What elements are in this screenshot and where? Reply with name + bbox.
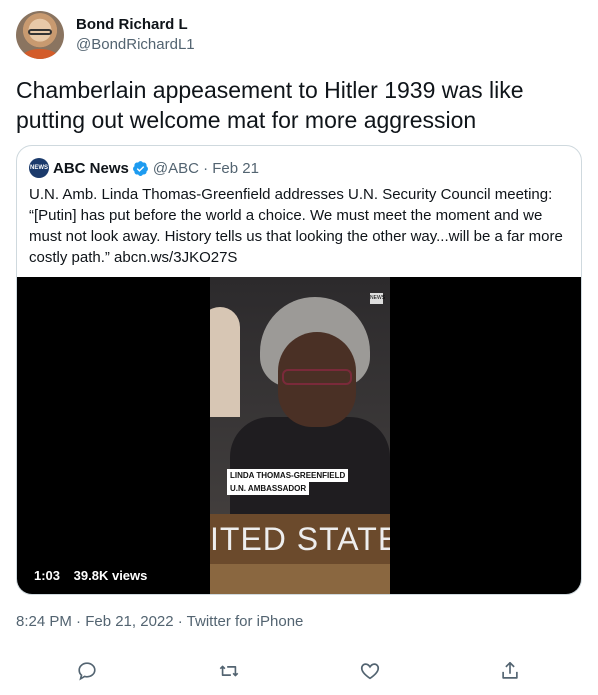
action-bar [0, 655, 598, 689]
avatar[interactable] [16, 11, 64, 59]
tweet-text: Chamberlain appeasement to Hitler 1939 w… [16, 77, 524, 133]
nameplate: ITED STATE [210, 514, 390, 564]
desk [210, 564, 390, 594]
video-stats: 1:03 39.8K views [34, 568, 147, 583]
video-player[interactable]: ITED STATE LINDA THOMAS-GREENFIELD U.N. … [17, 277, 581, 594]
video-frame: ITED STATE LINDA THOMAS-GREENFIELD U.N. … [210, 277, 390, 594]
quoted-text: U.N. Amb. Linda Thomas-Greenfield addres… [29, 186, 563, 266]
avatar-glasses [28, 29, 52, 35]
news-watermark-icon: NEWS [370, 293, 385, 304]
tweet-header: Bond Richard L @BondRichardL1 [16, 11, 195, 59]
verified-badge-icon [132, 160, 148, 176]
video-views: 39.8K views [73, 568, 148, 583]
quoted-header: NEWS ABC News @ABC · Feb 21 [29, 158, 259, 178]
speaker-glasses [282, 369, 352, 385]
quoted-tweet[interactable]: NEWS ABC News @ABC · Feb 21 U.N. Amb. Li… [16, 145, 582, 595]
quoted-author-name[interactable]: ABC News [53, 160, 129, 177]
retweet-icon[interactable] [218, 660, 242, 684]
like-icon[interactable] [359, 660, 383, 684]
quoted-handle-date[interactable]: @ABC · Feb 21 [153, 160, 259, 177]
video-caption-title: U.N. AMBASSADOR [227, 482, 310, 495]
tweet-timestamp[interactable]: 8:24 PM · Feb 21, 2022 · Twitter for iPh… [16, 613, 303, 630]
share-icon[interactable] [499, 660, 523, 684]
author-display-name[interactable]: Bond Richard L [76, 15, 195, 35]
background-person [210, 307, 240, 417]
author-names: Bond Richard L @BondRichardL1 [76, 15, 195, 55]
author-handle[interactable]: @BondRichardL1 [76, 35, 195, 55]
reply-icon[interactable] [76, 660, 100, 684]
video-duration: 1:03 [34, 568, 61, 583]
video-caption-name: LINDA THOMAS-GREENFIELD [227, 469, 349, 482]
abc-news-logo-icon: NEWS [29, 158, 49, 178]
avatar-shirt [22, 49, 58, 59]
